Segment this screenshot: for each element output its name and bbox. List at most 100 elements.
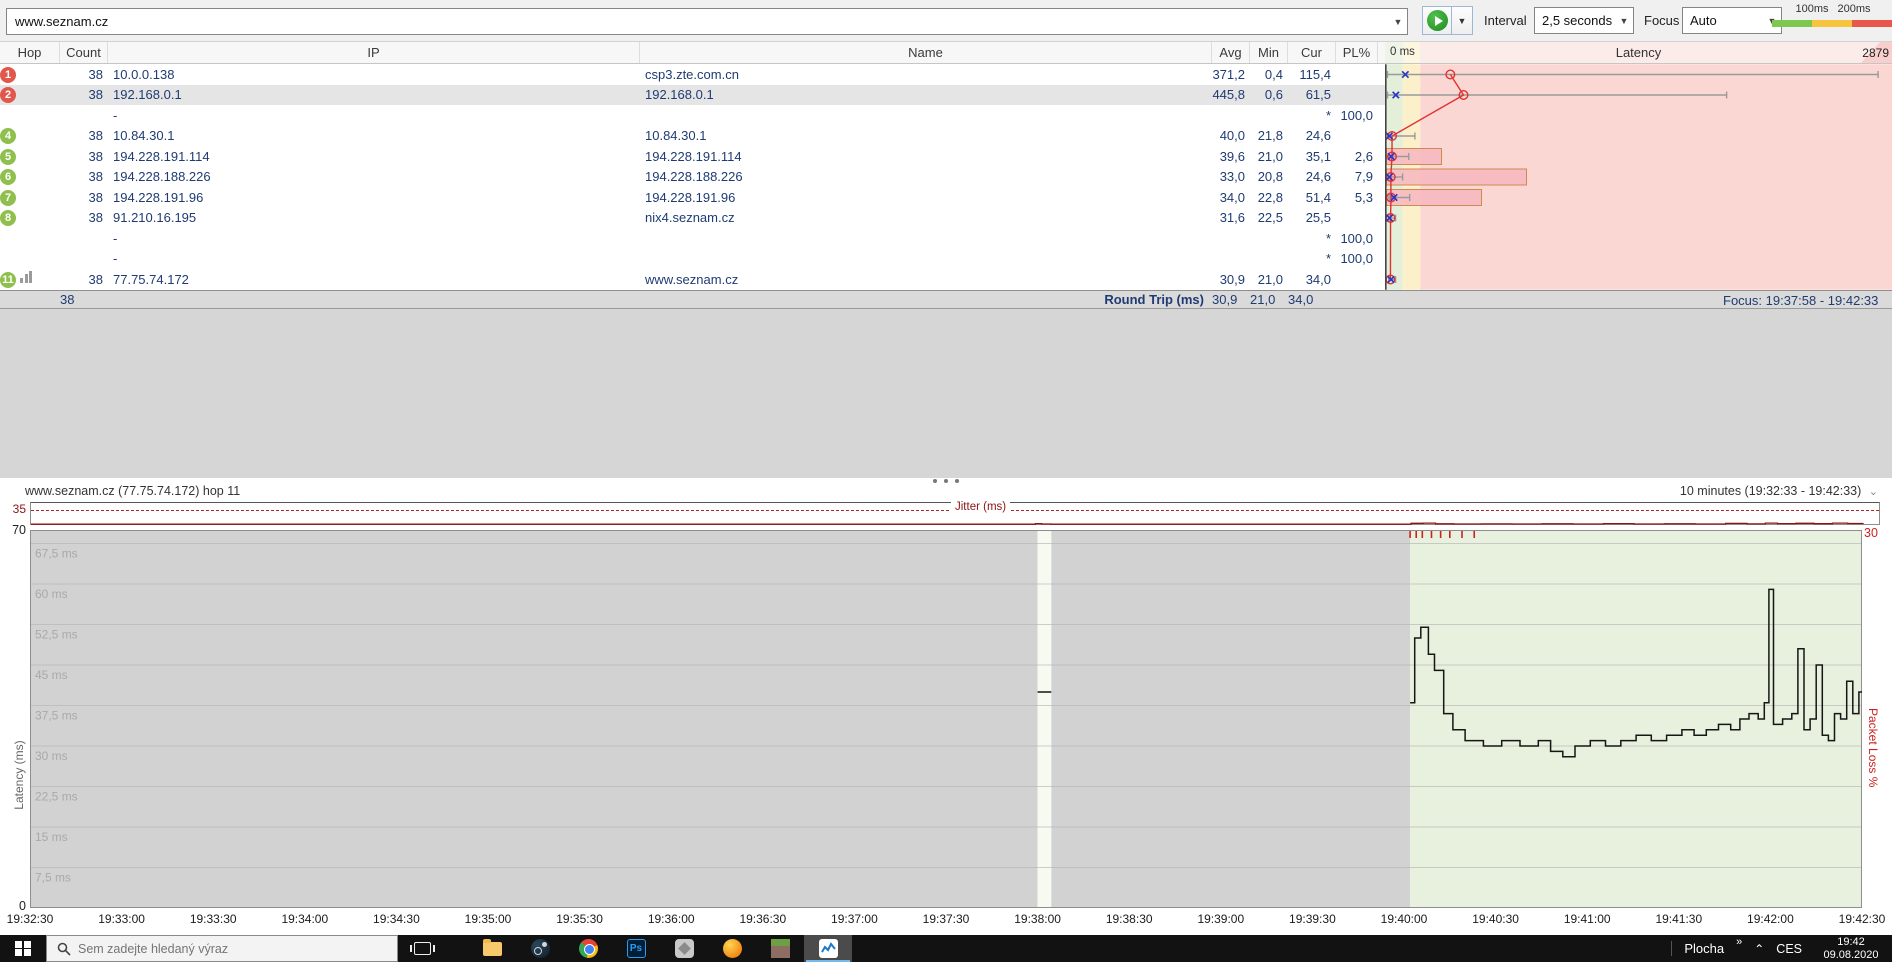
chevron-down-icon[interactable]: ⌄ [1869, 486, 1878, 498]
start-button[interactable] [0, 935, 46, 962]
cur-cell: 51,4 [1305, 189, 1331, 205]
header-cur[interactable]: Cur [1288, 42, 1336, 63]
chrome-button[interactable] [564, 935, 612, 962]
min-cell: 22,5 [1257, 210, 1283, 226]
hop-cell: 11 [0, 270, 60, 288]
latency-max-label: 2879 [1862, 46, 1889, 60]
orange-app-icon [722, 939, 742, 958]
header-name[interactable]: Name [640, 42, 1212, 63]
hop-number-badge: 5 [0, 148, 16, 165]
time-axis-label: 19:38:30 [1105, 912, 1153, 926]
latency-scale-100ms: 100ms [1795, 3, 1829, 15]
task-view-icon [409, 942, 435, 955]
jitter-axis-label: Jitter (ms) [951, 501, 1011, 513]
gray-app-button[interactable] [660, 935, 708, 962]
play-icon [1426, 10, 1448, 31]
count-cell: 38 [88, 169, 103, 185]
latency-time-plot[interactable]: 67,5 ms 60 ms 52,5 ms 45 ms 37,5 ms 30 ms 22,5… [30, 530, 1862, 908]
round-trip-count: 38 [60, 291, 75, 307]
svg-text:7,5 ms: 7,5 ms [35, 871, 71, 885]
time-axis-label: 19:36:00 [647, 912, 695, 926]
svg-text:37,5 ms: 37,5 ms [35, 709, 78, 723]
hop-number-badge: 2 [0, 87, 16, 104]
gray-app-icon [674, 939, 694, 958]
round-trip-min: 21,0 [1250, 291, 1276, 307]
time-axis-label: 19:41:00 [1563, 912, 1611, 926]
min-cell: 22,8 [1257, 189, 1283, 205]
avg-cell: 39,6 [1219, 148, 1245, 164]
avg-cell: 445,8 [1212, 87, 1245, 103]
task-view-button[interactable] [398, 935, 446, 962]
header-min[interactable]: Min [1250, 42, 1288, 63]
trace-options-dropdown[interactable]: ▼ [1451, 6, 1473, 35]
time-axis-label: 19:40:30 [1472, 912, 1519, 926]
time-axis-label: 19:39:00 [1197, 912, 1245, 926]
ip-cell: 77.75.74.172 [113, 271, 189, 287]
header-count[interactable]: Count [60, 42, 108, 63]
round-trip-cur: 34,0 [1288, 291, 1314, 307]
ip-cell: 91.210.16.195 [113, 210, 197, 226]
pingplotter-icon [818, 939, 838, 958]
minecraft-button[interactable] [756, 935, 804, 962]
latency-column-title[interactable]: Latency [1385, 45, 1892, 60]
svg-text:30 ms: 30 ms [35, 749, 68, 763]
time-axis-label: 19:39:30 [1289, 912, 1336, 926]
pl-cell: 5,3 [1354, 189, 1373, 205]
ip-cell: 194.228.188.226 [113, 169, 211, 185]
splitter-handle[interactable] [933, 479, 959, 483]
hop-number-badge: 4 [0, 128, 16, 145]
header-avg[interactable]: Avg [1212, 42, 1250, 63]
header-hop[interactable]: Hop [0, 42, 60, 63]
orange-app-button[interactable] [708, 935, 756, 962]
address-dropdown-arrow-icon[interactable]: ▼ [1389, 17, 1407, 27]
search-input[interactable] [78, 941, 358, 956]
pingplotter-taskbar-button[interactable] [804, 935, 852, 962]
desktop-toolbar-label[interactable]: Plocha [1684, 941, 1724, 956]
chrome-icon [578, 939, 598, 958]
cur-cell: 61,5 [1305, 87, 1331, 103]
taskbar-search[interactable] [46, 935, 398, 962]
steam-button[interactable] [516, 935, 564, 962]
target-address-input[interactable] [7, 14, 1389, 29]
count-cell: 38 [88, 189, 103, 205]
toolbar-overflow-icon[interactable]: » [1736, 936, 1742, 948]
windows-logo-icon [15, 940, 31, 957]
show-hidden-icons-chevron[interactable]: ⌃ [1754, 942, 1764, 956]
header-ip[interactable]: IP [108, 42, 640, 63]
interval-value: 2,5 seconds [1542, 13, 1613, 28]
pl-cell: 100,0 [1340, 107, 1373, 123]
min-cell: 21,0 [1257, 271, 1283, 287]
table-row[interactable]: 2 38 192.168.0.1 192.168.0.1 445,8 0,6 61,5 [0, 84, 1385, 105]
taskbar-clock[interactable]: 19:42 09.08.2020 [1814, 936, 1888, 961]
target-address-combo[interactable]: ▼ [6, 8, 1408, 35]
focus-select[interactable]: Auto ▼ [1682, 7, 1782, 34]
start-trace-button[interactable] [1422, 6, 1452, 35]
ip-cell: 192.168.0.1 [113, 87, 182, 103]
time-axis-label: 19:34:30 [373, 912, 420, 926]
jitter-strip: Jitter (ms) [30, 501, 1880, 525]
file-explorer-button[interactable] [468, 935, 516, 962]
round-trip-label: Round Trip (ms) [1104, 291, 1204, 307]
ip-cell: - [113, 251, 118, 267]
time-axis-label: 19:35:30 [556, 912, 603, 926]
time-range-selector[interactable]: 10 minutes (19:32:33 - 19:42:33) ⌄ [1680, 484, 1878, 498]
name-cell: nix4.seznam.cz [645, 210, 735, 226]
svg-text:15 ms: 15 ms [35, 830, 68, 844]
steam-icon [530, 939, 550, 958]
focus-range-status: Focus: 19:37:58 - 19:42:33 [1723, 293, 1879, 308]
windows-taskbar: Ps Plocha » ⌃ CES 19:42 09.08.2020 [0, 935, 1892, 962]
interval-dropdown-arrow-icon[interactable]: ▼ [1615, 16, 1633, 26]
search-icon [57, 942, 71, 956]
interval-select[interactable]: 2,5 seconds ▼ [1534, 7, 1634, 34]
avg-cell: 371,2 [1212, 66, 1245, 82]
count-cell: 38 [88, 66, 103, 82]
header-pl[interactable]: PL% [1336, 42, 1378, 63]
pl-cell: 7,9 [1354, 169, 1373, 185]
ip-cell: - [113, 230, 118, 246]
time-axis-label: 19:37:30 [922, 912, 970, 926]
tray-divider [1671, 941, 1673, 956]
language-indicator[interactable]: CES [1776, 942, 1802, 956]
photoshop-button[interactable]: Ps [612, 935, 660, 962]
name-cell: 194.228.191.114 [645, 148, 742, 164]
bar-chart-icon [20, 270, 32, 283]
